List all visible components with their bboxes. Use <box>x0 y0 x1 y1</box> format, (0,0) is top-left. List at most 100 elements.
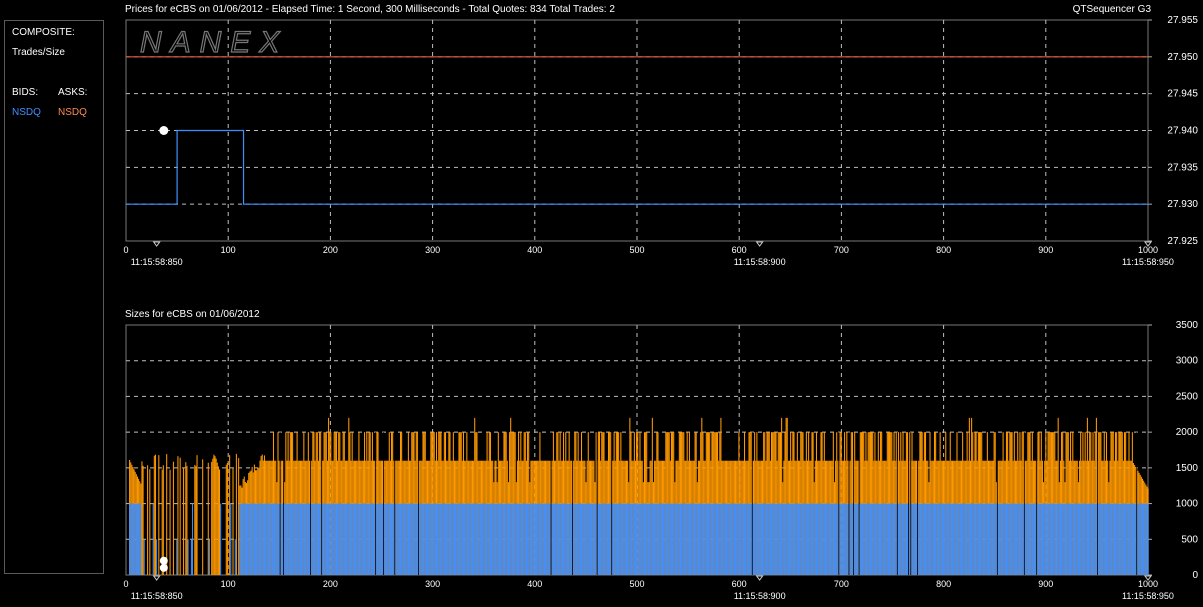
bid-size-bar <box>898 503 900 575</box>
bid-size-bar <box>1029 503 1031 575</box>
bid-size-bar <box>606 503 608 575</box>
bid-size-bar <box>322 503 324 575</box>
bid-size-bar <box>1116 503 1118 575</box>
bid-size-bar <box>802 503 804 575</box>
bid-size-bar <box>808 503 810 575</box>
bid-size-bar <box>625 503 628 575</box>
bid-size-bar <box>435 503 438 575</box>
bid-size-bar <box>408 503 411 575</box>
bid-size-bar <box>1027 503 1029 575</box>
bid-size-bar <box>592 503 594 575</box>
bid-size-bar <box>637 503 639 575</box>
bid-size-bar <box>543 503 545 575</box>
bid-size-bar <box>1121 503 1123 575</box>
bid-size-bar <box>552 503 554 575</box>
bid-size-bar <box>1066 503 1068 575</box>
bid-size-bar <box>348 503 350 575</box>
bid-size-bar <box>901 503 903 575</box>
ask-size-bar <box>158 455 160 575</box>
bid-size-bar <box>1076 503 1078 575</box>
bid-size-bar <box>339 503 341 575</box>
bid-size-bar <box>878 503 880 575</box>
size-x-tick-label: 0 <box>123 579 128 589</box>
bid-size-bar <box>1112 503 1114 575</box>
bid-size-bar <box>1065 503 1067 575</box>
bid-size-bar <box>530 503 532 575</box>
bid-size-bar <box>134 503 136 575</box>
size-x-tick-label: 900 <box>1038 579 1053 589</box>
bid-size-bar <box>708 503 710 575</box>
bid-size-bar <box>457 503 459 575</box>
bid-size-bar <box>1058 503 1060 575</box>
bid-size-bar <box>837 503 839 575</box>
bid-size-bar <box>1120 503 1122 575</box>
bid-size-bar <box>815 503 818 575</box>
bid-size-bar <box>1063 503 1065 575</box>
bid-size-bar <box>602 503 604 575</box>
bid-size-bar <box>763 503 765 575</box>
bid-size-bar <box>1083 503 1085 575</box>
bid-size-bar <box>469 503 471 575</box>
bid-size-bar <box>349 503 351 575</box>
size-y-tick-label: 1500 <box>1176 463 1199 474</box>
bid-size-bar <box>280 503 282 575</box>
bid-size-bar <box>369 503 371 575</box>
bid-size-bar <box>420 503 422 575</box>
bid-size-bar <box>805 503 807 575</box>
bid-size-bar <box>945 503 947 575</box>
bid-size-bar <box>616 503 619 575</box>
bid-size-bar <box>239 503 241 575</box>
ask-size-bar <box>235 453 237 575</box>
bid-size-bar <box>266 503 268 575</box>
bid-size-bar <box>1132 503 1135 575</box>
bid-size-bar <box>1034 503 1036 575</box>
bid-size-bar <box>1014 503 1016 575</box>
bid-size-bar <box>1070 503 1072 575</box>
bid-size-bar <box>946 503 948 575</box>
bid-size-bar <box>317 503 319 575</box>
size-chart: 0 100 200 300 400 500 600 700 800 900 100005001000… <box>123 320 1198 601</box>
bid-size-bar <box>767 503 769 575</box>
bid-size-bar <box>677 503 679 575</box>
bid-size-bar <box>270 503 272 575</box>
bid-size-bar <box>406 503 408 575</box>
bid-size-bar <box>811 503 813 575</box>
price-time-marker <box>152 241 161 247</box>
bid-size-bar <box>865 503 867 575</box>
bid-size-bar <box>505 503 507 575</box>
size-y-tick-label: 0 <box>1192 570 1198 581</box>
bid-size-bar <box>1000 503 1002 575</box>
bid-size-bar <box>696 503 698 575</box>
bid-size-bar <box>448 503 450 575</box>
size-gap <box>310 432 311 575</box>
size-gap <box>838 432 840 575</box>
bid-size-bar <box>829 503 831 575</box>
bid-size-bar <box>573 503 575 575</box>
bid-size-bar <box>666 503 668 575</box>
ask-size-bar <box>216 462 218 575</box>
bid-size-bar <box>890 503 892 575</box>
bid-size-bar <box>886 503 888 575</box>
bid-size-bar <box>730 503 732 575</box>
bid-size-bar <box>812 503 814 575</box>
bid-size-bar <box>980 503 982 575</box>
bid-size-bar <box>814 503 816 575</box>
bid-size-bar <box>528 503 530 575</box>
size-gap <box>1036 432 1038 575</box>
bid-size-bar <box>285 503 287 575</box>
bid-size-bar <box>931 503 933 575</box>
bid-size-bar <box>514 503 516 575</box>
bid-size-bar <box>913 503 915 575</box>
bid-size-bar <box>705 503 707 575</box>
bid-size-bar <box>267 503 269 575</box>
bid-size-bar <box>693 503 695 575</box>
bid-size-bar <box>1011 503 1013 575</box>
bid-size-bar <box>1028 503 1030 575</box>
ask-size-bar <box>172 461 174 575</box>
bid-size-bar <box>641 503 643 575</box>
ask-size-bar <box>185 462 187 575</box>
bid-size-bar <box>806 503 809 575</box>
bid-size-bar <box>775 503 777 575</box>
bid-size-bar <box>356 503 358 575</box>
bid-size-bar <box>713 503 715 575</box>
